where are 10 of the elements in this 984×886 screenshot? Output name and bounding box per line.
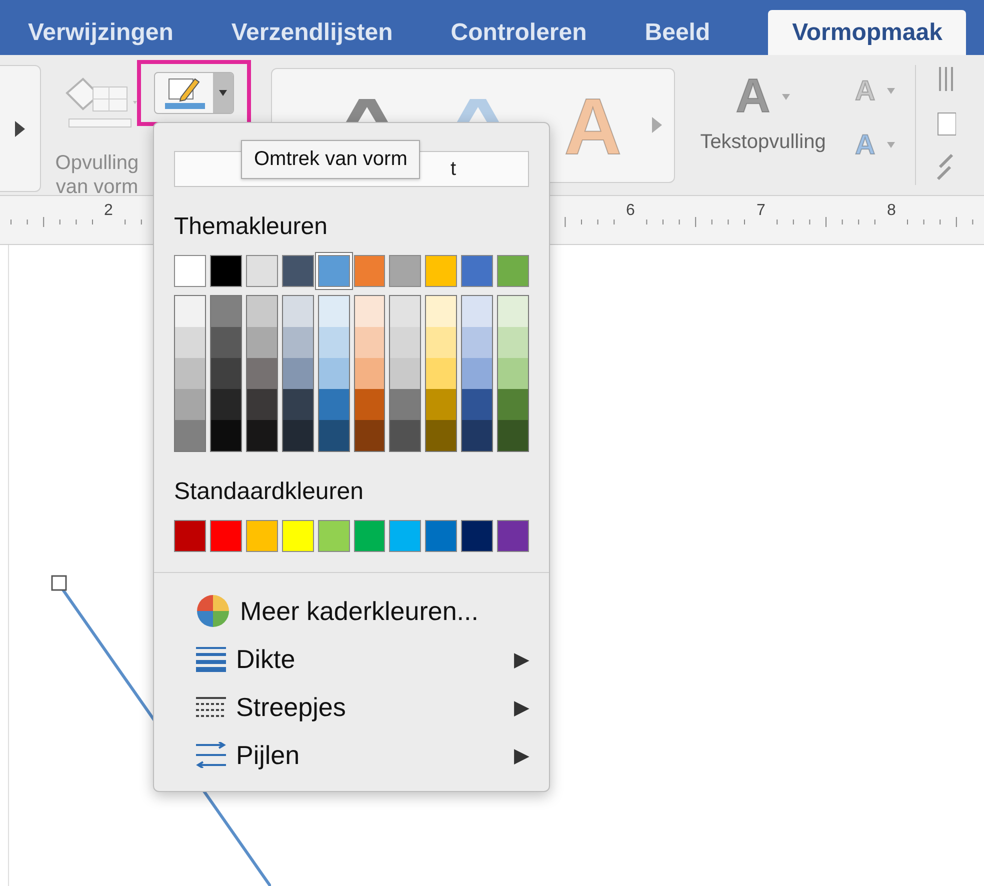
tooltip: Omtrek van vorm <box>241 140 420 179</box>
section-heading: Themakleuren <box>174 213 328 241</box>
section-heading: Standaardkleuren <box>174 478 364 506</box>
submenu-arrow: ▶ <box>514 648 529 672</box>
submenu-arrow: ▶ <box>514 744 529 768</box>
ruler-number: 8 <box>887 202 896 220</box>
ruler-number: 2 <box>104 202 113 220</box>
ruler-number: 7 <box>756 202 766 220</box>
submenu-arrow: ▶ <box>514 696 529 720</box>
ruler-number: 6 <box>626 202 635 220</box>
